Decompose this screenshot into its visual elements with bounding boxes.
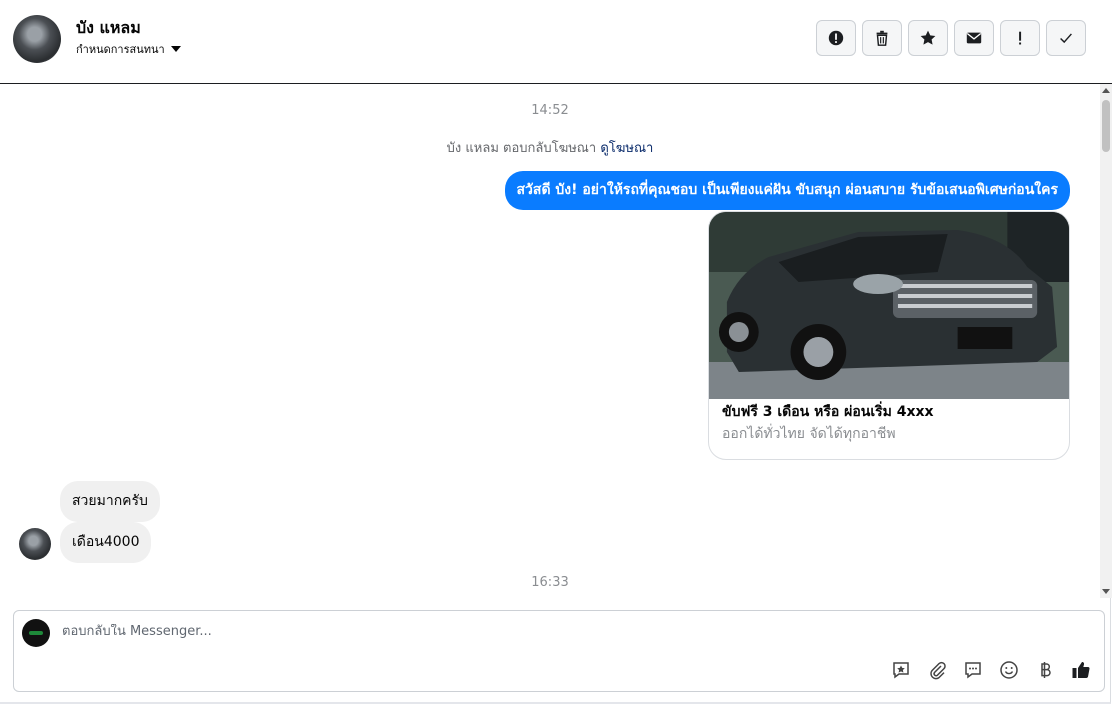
assign-label: กำหนดการสนทนา [76, 43, 165, 56]
car-image [709, 212, 1069, 399]
view-ad-link[interactable]: ดูโฆษณา [600, 141, 653, 156]
timestamp: 16:33 [531, 575, 569, 590]
mark-done-button[interactable] [1046, 20, 1086, 56]
avatar[interactable] [19, 528, 51, 560]
mark-unread-button[interactable] [954, 20, 994, 56]
composer-toolbar [890, 659, 1092, 681]
spam-button[interactable] [1000, 20, 1040, 56]
assign-conversation-dropdown[interactable]: กำหนดการสนทนา [76, 40, 181, 58]
trash-icon [876, 30, 888, 46]
checkmark-icon [1060, 33, 1072, 44]
alert-circle-icon [828, 30, 844, 46]
emoji-icon [1000, 661, 1018, 679]
outgoing-message: สวัสดี บัง! อย่าให้รถที่คุณชอบ เป็นเพียง… [504, 171, 1070, 210]
like-button[interactable] [1070, 659, 1092, 681]
delete-button[interactable] [862, 20, 902, 56]
contact-name[interactable]: บัง แหลม [76, 16, 141, 41]
star-icon [920, 30, 936, 45]
timestamp: 14:52 [531, 103, 569, 118]
ad-card-subtitle: ออกได้ทั่วไทย จัดได้ทุกอาชีพ [722, 426, 896, 442]
reply-input[interactable] [62, 624, 882, 639]
baht-icon [1041, 662, 1051, 678]
incoming-message: สวยมากครับ [60, 481, 160, 522]
saved-reply-button[interactable] [890, 659, 912, 681]
conversation-header: บัง แหลม กำหนดการสนทนา [0, 0, 1112, 84]
thumbs-up-icon [1072, 662, 1090, 678]
caret-down-icon [170, 46, 181, 52]
quick-reply-button[interactable] [962, 659, 984, 681]
header-toolbar [816, 20, 1086, 56]
attachment-icon [930, 661, 946, 680]
thread-scrollbar[interactable] [1100, 84, 1112, 598]
incoming-message: เดือน4000 [60, 522, 152, 563]
scroll-down-icon[interactable] [1102, 589, 1110, 594]
ad-reply-text: บัง แหลม ตอบกลับโฆษณา [446, 141, 597, 156]
payment-button[interactable] [1034, 659, 1056, 681]
emoji-button[interactable] [998, 659, 1020, 681]
page-avatar [22, 619, 50, 647]
saved-reply-icon [893, 662, 909, 679]
exclamation-icon [1019, 31, 1022, 45]
star-button[interactable] [908, 20, 948, 56]
ad-reply-note: บัง แหลม ตอบกลับโฆษณา ดูโฆษณา [0, 137, 1100, 158]
avatar[interactable] [13, 15, 61, 63]
alert-button[interactable] [816, 20, 856, 56]
envelope-icon [966, 32, 982, 44]
ad-card-title: ขับฟรี 3 เดือน หรือ ผ่อนเริ่ม 4xxx [722, 404, 934, 420]
chat-bubble-icon [965, 662, 981, 679]
scroll-thumb[interactable] [1102, 100, 1110, 152]
scroll-up-icon[interactable] [1102, 88, 1110, 93]
composer [13, 610, 1105, 692]
message-thread[interactable]: 14:52 บัง แหลม ตอบกลับโฆษณา ดูโฆษณา สวัส… [0, 84, 1100, 598]
ad-card[interactable]: ขับฟรี 3 เดือน หรือ ผ่อนเริ่ม 4xxx ออกได… [708, 211, 1070, 460]
attach-button[interactable] [926, 659, 948, 681]
